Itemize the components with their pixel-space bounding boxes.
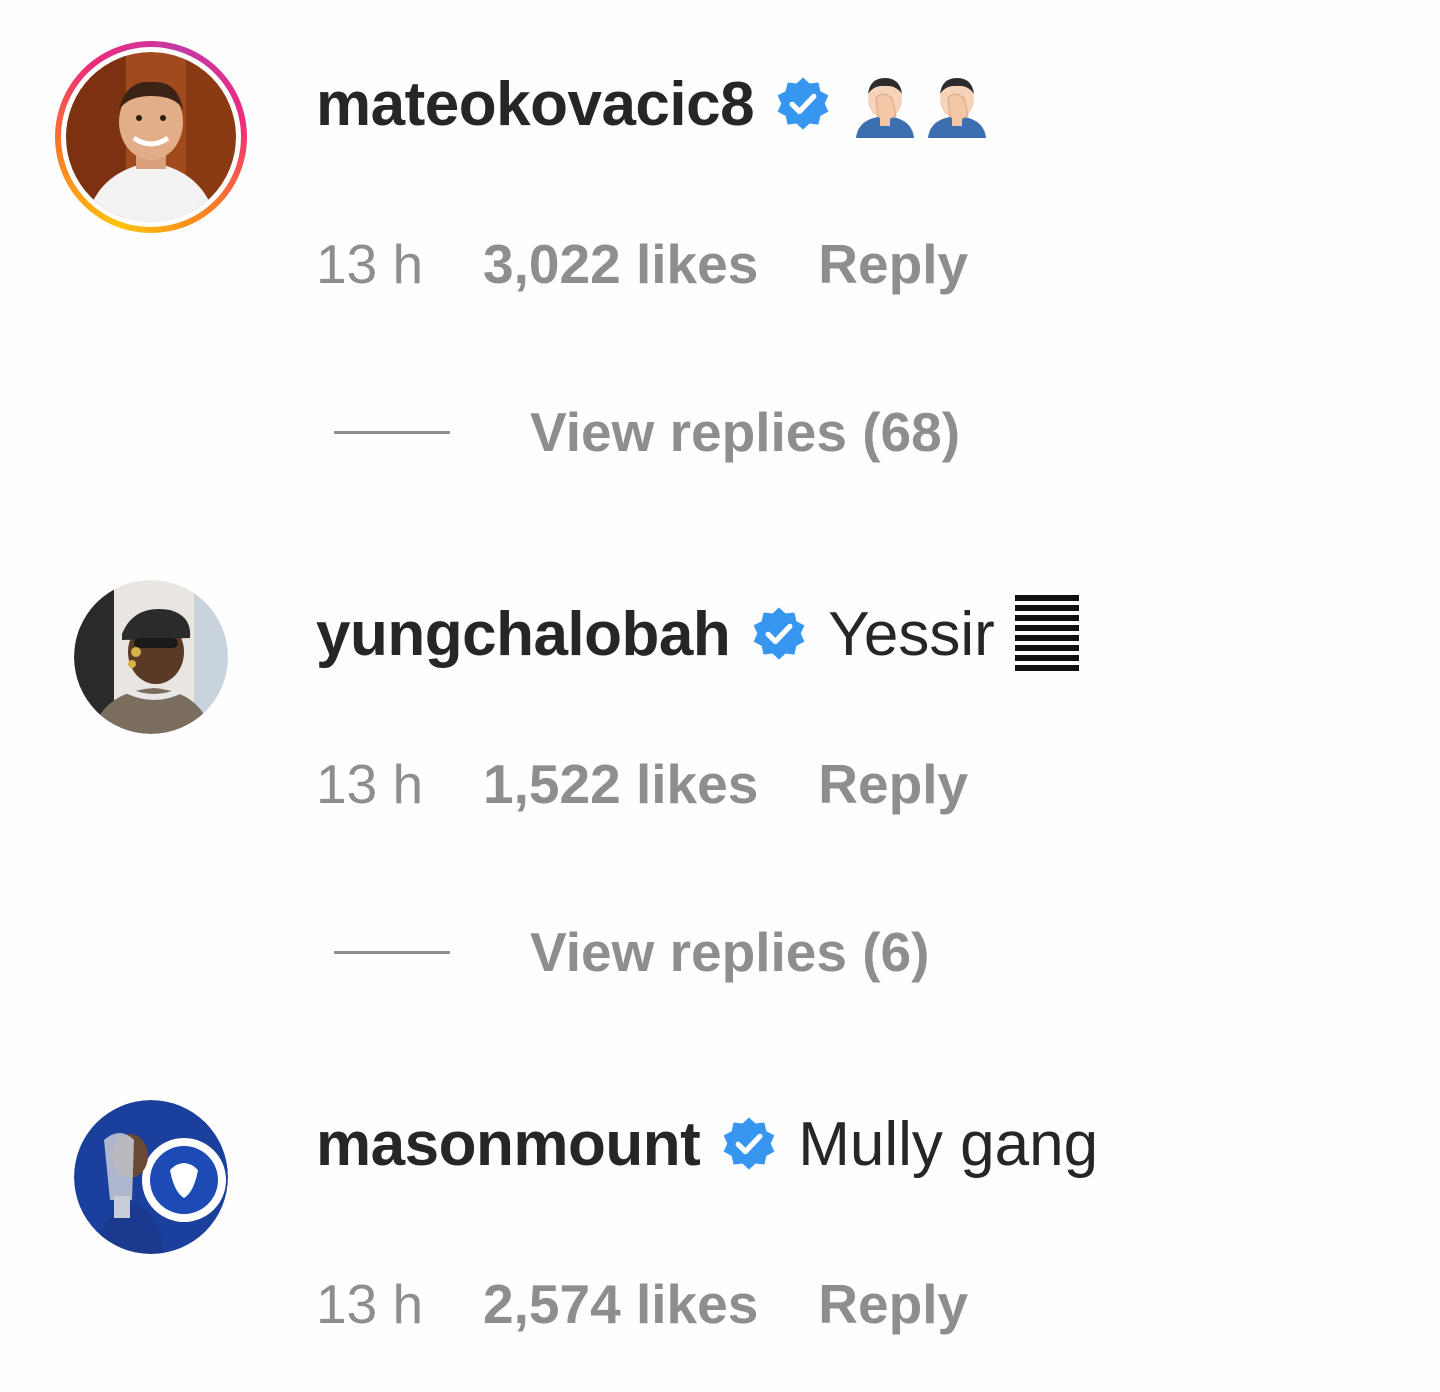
comment-header: yungchalobah Yessir: [316, 593, 1079, 677]
view-replies-button[interactable]: View replies (68): [334, 405, 960, 460]
likes-count[interactable]: 2,574 likes: [483, 1277, 758, 1332]
avatar-image-yungchalobah: [74, 580, 228, 734]
comment-text: Mully gang: [798, 1110, 1099, 1179]
bars-emoji-icon: [1014, 595, 1079, 671]
comment-emoji: [852, 72, 990, 138]
story-ring: [55, 41, 247, 233]
comment-meta: 13 h 2,574 likes Reply: [316, 1277, 968, 1332]
comment-time[interactable]: 13 h: [316, 237, 423, 292]
view-replies-label: View replies (6): [530, 921, 930, 983]
verified-badge-icon: [777, 77, 829, 130]
avatar-image-mateokovacic8: [66, 52, 236, 222]
verified-badge-icon: [753, 607, 805, 660]
comment-text: Yessir: [828, 600, 995, 669]
avatar[interactable]: [74, 1100, 228, 1254]
comment-header: mateokovacic8: [316, 72, 990, 138]
man-facepalming-emoji-icon: [928, 78, 987, 138]
view-replies-button[interactable]: View replies (6): [334, 925, 929, 980]
username-link[interactable]: mateokovacic8: [316, 74, 755, 136]
avatar[interactable]: [55, 41, 247, 233]
comment-meta: 13 h 3,022 likes Reply: [316, 237, 968, 292]
reply-button[interactable]: Reply: [818, 757, 968, 812]
username-link[interactable]: yungchalobah: [316, 604, 731, 666]
comment-meta: 13 h 1,522 likes Reply: [316, 757, 968, 812]
divider: [334, 431, 450, 434]
reply-button[interactable]: Reply: [818, 237, 968, 292]
comment-header: masonmount Mully gang: [316, 1114, 1098, 1176]
comment-time[interactable]: 13 h: [316, 757, 423, 812]
man-facepalming-emoji-icon: [856, 78, 915, 138]
divider: [334, 951, 450, 954]
verified-badge-icon: [723, 1117, 775, 1170]
likes-count[interactable]: 1,522 likes: [483, 757, 758, 812]
likes-count[interactable]: 3,022 likes: [483, 237, 758, 292]
comment-time[interactable]: 13 h: [316, 1277, 423, 1332]
username-link[interactable]: masonmount: [316, 1114, 701, 1176]
reply-button[interactable]: Reply: [818, 1277, 968, 1332]
avatar[interactable]: [74, 580, 228, 734]
view-replies-label: View replies (68): [530, 401, 961, 463]
avatar-image-masonmount: [74, 1100, 228, 1254]
